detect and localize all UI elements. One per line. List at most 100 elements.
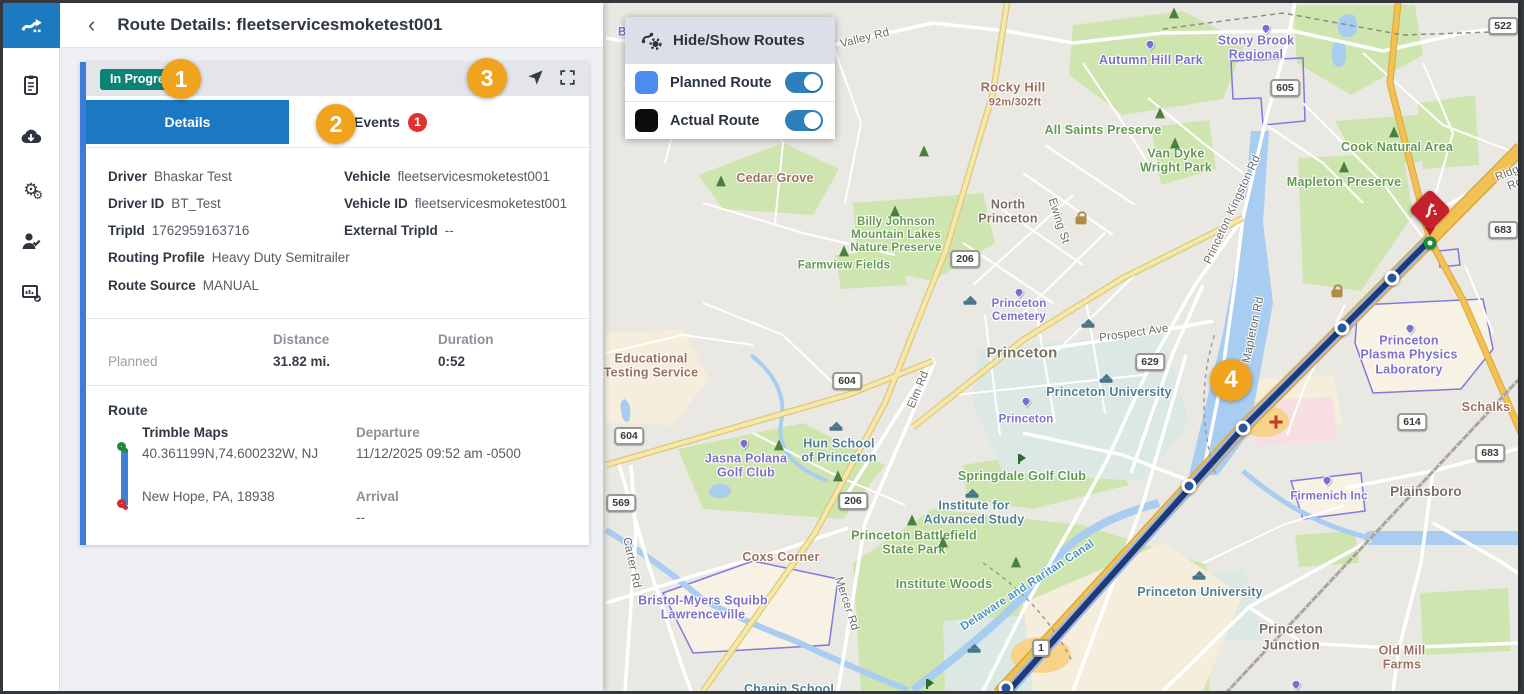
school-icon [830,427,843,431]
map-label: Rocky Hill [981,81,1046,96]
route-shield: 206 [838,492,868,510]
sidebar-item-orders[interactable] [18,72,44,98]
sidebar-item-settings[interactable]: ⚙⚙ [18,176,44,202]
map-label: Ridge Rd [1494,161,1521,197]
map-label: Institute Woods [896,577,993,591]
field-row: Route SourceMANUAL [108,272,579,299]
hospital-icon [1270,416,1283,429]
route-waypoint-marker[interactable] [1182,479,1197,494]
tree-icon [1389,126,1399,137]
origin-stop-icon [117,442,126,451]
route-waypoint-marker[interactable] [999,681,1014,692]
map-label: Ewing St [1044,197,1071,246]
route-details-pane: ‹ Route Details: fleetservicesmoketest00… [60,3,603,691]
map-label: Cook Natural Area [1341,140,1453,154]
distance-header: Distance [273,332,329,347]
tree-icon [774,439,784,450]
golf-flag-icon [1018,454,1020,464]
map-label: Old Mill Farms [1379,644,1426,673]
map-label: Bristol-Myers Squibb Lawrenceville [638,594,768,623]
tree-icon [1169,7,1179,18]
poi-pin-icon [1144,38,1157,51]
poi-pin-icon [1013,286,1026,299]
arrival-label: Arrival [356,489,399,504]
origin-address: 40.361199N,74.600232W, NJ [142,446,318,461]
field-row: TripId1762959163716 External TripId-- [108,217,579,244]
route-settings-icon [639,28,663,52]
map-label: All Saints Preserve [1044,123,1161,137]
tree-icon [833,470,843,481]
route-origin-marker[interactable] [1424,237,1437,250]
poi-pin-icon [1290,678,1303,691]
lock-icon [1076,216,1087,224]
tree-icon [919,145,929,156]
tree-icon [890,205,900,216]
back-button[interactable]: ‹ [88,14,95,36]
map-label: Educational Testing Service [604,352,698,381]
locate-arrow-icon[interactable] [526,68,545,87]
route-shield: 206 [950,250,980,268]
actual-route-label: Actual Route [670,113,785,129]
route-waypoint-marker[interactable] [1335,321,1350,336]
actual-route-row: Actual Route [625,101,835,139]
field-row: Routing ProfileHeavy Duty Semitrailer [108,244,579,271]
planned-route-toggle[interactable] [785,72,823,93]
route-shield: 683 [1475,444,1505,462]
events-count-badge: 1 [408,113,427,132]
route-logo-icon [19,13,45,39]
planned-row-label: Planned [108,354,158,369]
route-shield: 1 [1032,639,1050,657]
golf-flag-icon [926,679,928,689]
map-label: 92m/302ft [989,97,1042,110]
map-label: Schalks [1462,400,1511,414]
route-waypoint-marker[interactable] [1385,271,1400,286]
actual-route-swatch [635,109,658,132]
tree-icon [1155,107,1165,118]
map-label: Mapleton Preserve [1287,175,1402,189]
school-icon [1193,576,1206,580]
gears-icon: ⚙⚙ [23,181,38,198]
map-label: Cedar Grove [736,171,813,185]
sidebar-item-reports[interactable] [18,280,44,306]
map-canvas[interactable]: Brook ClubValley RdRocky Hill92m/302ftAu… [603,3,1521,691]
route-shield: 629 [1135,353,1165,371]
sidebar-item-downloads[interactable] [18,124,44,150]
page-title: Route Details: fleetservicesmoketest001 [117,15,442,35]
route-shield: 604 [832,372,862,390]
page-header: ‹ Route Details: fleetservicesmoketest00… [60,3,603,48]
fullscreen-icon[interactable] [558,68,577,87]
app-logo[interactable] [3,3,60,48]
poi-pin-icon [738,437,751,450]
map-label: Mercer Rd [831,576,861,633]
tree-icon [1011,556,1021,567]
map-label: Billy Johnson Mountain Lakes Nature Pres… [850,216,941,256]
callout-2: 2 [316,104,356,144]
tree-icon [938,536,948,547]
route-glyph-icon [1418,198,1442,222]
field-row: Driver IDBT_Test Vehicle IDfleetservices… [108,190,579,217]
map-label: Princeton Cemetery [992,298,1047,324]
field-row: DriverBhaskar Test Vehiclefleetservicesm… [108,163,579,190]
poi-pin-icon [1020,395,1033,408]
callout-4: 4 [1210,359,1252,401]
map-label: Carter Rd [619,536,643,589]
sidebar-item-drivers[interactable] [18,228,44,254]
tree-icon [1339,161,1349,172]
planned-route-label: Planned Route [670,75,785,91]
map-label: Van Dyke Wright Park [1140,147,1212,176]
cloud-download-icon [19,125,43,149]
map-label: Firmenich Inc [1290,490,1367,503]
map-label: Princeton Battlefield State Park [851,529,977,558]
route-waypoint-marker[interactable] [1236,421,1251,436]
map-label: North Princeton [978,198,1037,227]
school-icon [964,301,977,305]
tab-details[interactable]: Details [86,100,289,144]
route-shield: 614 [1397,413,1427,431]
map-label: Jasna Polana Golf Club [705,452,787,481]
divider [86,385,589,386]
tree-icon [1170,137,1180,148]
departure-label: Departure [356,425,420,440]
school-icon [968,649,981,653]
actual-route-toggle[interactable] [785,110,823,131]
arrival-value: -- [356,510,365,525]
